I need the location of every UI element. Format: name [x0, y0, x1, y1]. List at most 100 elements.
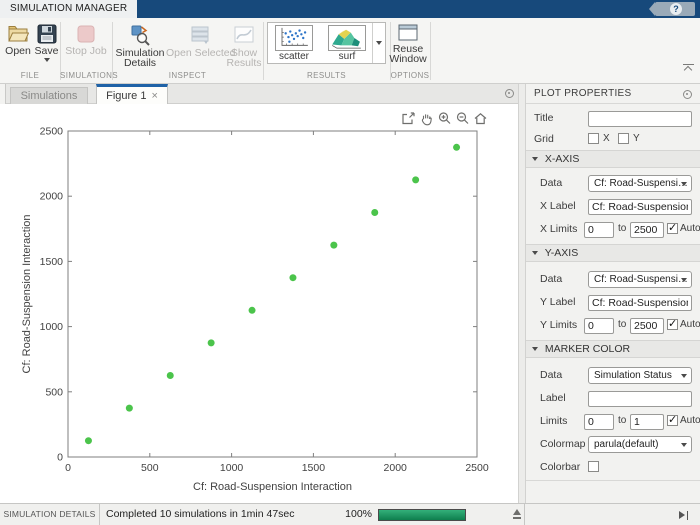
simulation-details-status-button[interactable]: SIMULATION DETAILS [0, 504, 100, 525]
section-caret-icon [532, 157, 538, 161]
surf-gallery-label: surf [338, 51, 356, 62]
save-icon [37, 24, 56, 44]
panel-menu-icon[interactable] [683, 90, 692, 99]
simulation-details-icon [131, 25, 150, 46]
y-limits-auto-checkbox[interactable]: ✓ [667, 318, 678, 330]
group-label-simulations: SIMULATIONS [60, 71, 119, 80]
status-message: Completed 10 simulations in 1min 47sec [106, 508, 295, 520]
svg-text:1500: 1500 [302, 462, 326, 474]
svg-text:2000: 2000 [40, 191, 64, 203]
tab-close-icon[interactable]: × [151, 90, 157, 102]
marker-limits-auto-label: Auto [680, 415, 700, 426]
y-label-input[interactable] [588, 295, 692, 311]
plot-properties-panel: PLOT PROPERTIES Title Grid ✓ X ✓ Y X-AXI… [526, 84, 700, 503]
x-label-label: X Label [540, 200, 576, 212]
colormap-label: Colormap [540, 438, 586, 450]
zoom-in-button[interactable] [436, 110, 452, 126]
reuse-window-label: Reuse Window [389, 43, 427, 65]
group-label-file: FILE [20, 71, 40, 80]
grid-y-checkbox[interactable]: ✓ [618, 133, 629, 144]
group-label-results: RESULTS [306, 71, 347, 80]
pan-button[interactable] [418, 110, 434, 126]
x-limit-max-input[interactable] [630, 222, 664, 238]
surf-gallery-item[interactable]: surf [321, 23, 373, 63]
section-y-axis[interactable]: Y-AXIS [526, 244, 700, 262]
expand-right-icon[interactable] [679, 511, 690, 520]
tab-figure-1-label: Figure 1 [106, 90, 147, 102]
x-limit-min-input[interactable] [584, 222, 614, 238]
simulation-details-button[interactable]: Simulation Details [109, 18, 171, 68]
scatter-gallery-item[interactable]: scatter [268, 23, 320, 63]
show-results-icon [234, 26, 254, 43]
home-icon [474, 112, 486, 124]
y-data-dropdown[interactable]: Cf: Road-Suspensi… [588, 271, 692, 288]
simulation-manager-window: SIMULATION MANAGER ? Open Save FILE Stop… [0, 0, 700, 525]
progress-fill [379, 510, 465, 520]
y-limit-min-input[interactable] [584, 318, 614, 334]
plot-title-input[interactable] [588, 111, 692, 127]
x-limits-auto-label: Auto [680, 223, 700, 234]
tab-bar-menu-icon[interactable] [505, 89, 514, 98]
folder-open-icon [8, 26, 29, 42]
grid-x-label: X [603, 133, 610, 144]
colorbar-checkbox[interactable]: ✓ [588, 461, 599, 472]
stop-job-label: Stop Job [65, 45, 107, 57]
zoom-out-icon [456, 111, 468, 124]
save-dropdown-caret-icon[interactable] [43, 58, 50, 62]
home-button[interactable] [472, 110, 488, 126]
grid-row-label: Grid [534, 133, 554, 145]
group-label-inspect: INSPECT [168, 71, 207, 80]
svg-text:2500: 2500 [40, 126, 64, 138]
section-marker-color[interactable]: MARKER COLOR [526, 340, 700, 358]
section-caret-icon [532, 347, 538, 351]
y-limits-auto-label: Auto [680, 319, 700, 330]
panel-splitter[interactable] [518, 84, 526, 503]
open-button[interactable]: Open [4, 18, 32, 56]
marker-data-dropdown[interactable]: Simulation Status [588, 367, 692, 384]
colormap-dropdown[interactable]: parula(default) [588, 436, 692, 453]
show-results-button: Show Results [224, 18, 264, 68]
scatter-gallery-label: scatter [278, 51, 309, 62]
status-bar: SIMULATION DETAILS Completed 10 simulati… [0, 503, 700, 525]
svg-text:0: 0 [65, 462, 71, 474]
save-label: Save [34, 45, 59, 57]
x-limits-auto-checkbox[interactable]: ✓ [667, 222, 678, 234]
save-button[interactable]: Save [33, 18, 60, 62]
marker-limit-min-input[interactable] [584, 414, 614, 430]
gallery-caret-down-icon [376, 41, 382, 45]
section-x-axis[interactable]: X-AXIS [526, 150, 700, 168]
svg-text:2500: 2500 [465, 462, 489, 474]
y-limit-max-input[interactable] [630, 318, 664, 334]
status-bar-divider [524, 504, 525, 525]
zoom-out-button[interactable] [454, 110, 470, 126]
document-tab-bar: Simulations Figure 1 × [0, 84, 518, 105]
export-button[interactable] [400, 110, 416, 126]
marker-limits-auto-checkbox[interactable]: ✓ [667, 414, 678, 426]
results-gallery-dropdown[interactable] [372, 23, 385, 63]
x-data-dropdown[interactable]: Cf: Road-Suspensi… [588, 175, 692, 192]
y-label-label: Y Label [540, 296, 576, 308]
grid-x-checkbox[interactable]: ✓ [588, 133, 599, 144]
toolstrip-tab-simulation-manager[interactable]: SIMULATION MANAGER [0, 0, 138, 18]
open-selected-icon [191, 26, 209, 44]
surf-plot-icon [328, 25, 366, 51]
tab-simulations[interactable]: Simulations [10, 87, 88, 104]
eject-icon[interactable] [512, 509, 522, 520]
left-panel-splitter[interactable] [0, 84, 6, 104]
reuse-window-button[interactable]: Reuse Window [386, 18, 430, 64]
tab-figure-1[interactable]: Figure 1 × [96, 84, 168, 105]
marker-label-label: Label [540, 392, 566, 404]
show-results-label: Show Results [226, 47, 262, 69]
help-button[interactable]: ? [649, 2, 695, 16]
title-bar: SIMULATION MANAGER ? [0, 0, 700, 18]
scatter-plot-icon [275, 25, 313, 51]
collapse-toolstrip-icon[interactable] [683, 64, 694, 74]
marker-limit-max-input[interactable] [630, 414, 664, 430]
marker-label-input[interactable] [588, 391, 692, 407]
x-label-input[interactable] [588, 199, 692, 215]
svg-text:Cf: Road-Suspension Interactio: Cf: Road-Suspension Interaction [193, 481, 352, 493]
marker-limits-label: Limits [540, 415, 568, 427]
progress-bar [378, 509, 466, 521]
plot-properties-header: PLOT PROPERTIES [526, 84, 700, 104]
toolstrip-ribbon: Open Save FILE Stop Job SIMULATIONS Simu… [0, 18, 700, 84]
